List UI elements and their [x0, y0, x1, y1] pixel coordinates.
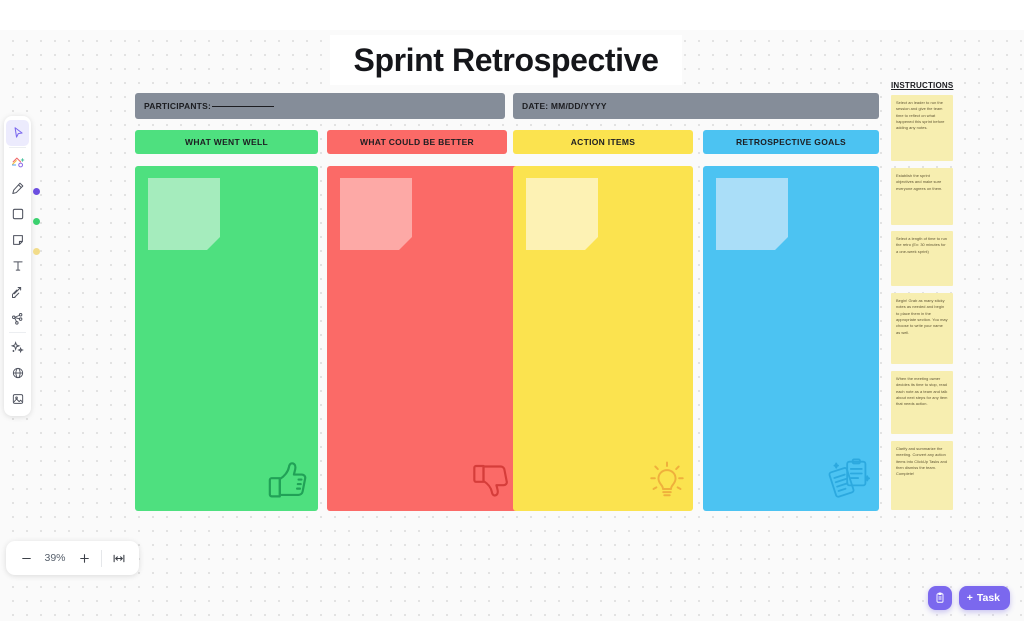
zoom-controls[interactable]: 39% — [6, 541, 139, 575]
sticky-note-placeholder[interactable] — [148, 178, 220, 250]
sticky-note-sheet — [526, 178, 598, 250]
column-area-what-could-be-better[interactable] — [327, 166, 519, 511]
zoom-out-button[interactable] — [14, 546, 38, 570]
sticky-note-placeholder[interactable] — [340, 178, 412, 250]
column-header-what-could-be-better[interactable]: WHAT COULD BE BETTER — [327, 130, 507, 154]
doc-button[interactable] — [927, 586, 952, 610]
tool-web[interactable] — [6, 360, 29, 386]
tool-image[interactable] — [6, 386, 29, 412]
participants-label: PARTICIPANTS: — [144, 101, 211, 111]
toolbar-divider-2 — [9, 332, 26, 333]
clipboard-notes-icon — [827, 458, 871, 505]
color-swatch[interactable] — [33, 218, 40, 225]
zoom-level-label[interactable]: 39% — [40, 552, 70, 564]
bottom-right-actions[interactable]: + Task — [927, 586, 1010, 610]
board-title-plate: Sprint Retrospective — [330, 35, 682, 85]
tool-select[interactable] — [6, 120, 29, 146]
column-header-label: WHAT COULD BE BETTER — [360, 137, 474, 147]
left-toolbar[interactable] — [4, 116, 31, 416]
color-swatch[interactable] — [33, 248, 40, 255]
tool-pen[interactable] — [6, 175, 29, 201]
zoombar-divider — [101, 549, 102, 567]
thumbs-down-icon — [471, 462, 511, 505]
instructions-heading: INSTRUCTIONS — [891, 81, 954, 90]
sticky-note-sheet — [148, 178, 220, 250]
instruction-note[interactable]: When the meeting owner decides its time … — [891, 371, 953, 434]
column-header-label: ACTION ITEMS — [570, 137, 636, 147]
page-title: Sprint Retrospective — [353, 41, 659, 78]
column-area-retrospective-goals[interactable] — [703, 166, 879, 511]
column-header-what-went-well[interactable]: WHAT WENT WELL — [135, 130, 318, 154]
column-area-action-items[interactable] — [513, 166, 693, 511]
tool-sticky-note[interactable] — [6, 227, 29, 253]
tool-ai[interactable] — [6, 334, 29, 360]
column-header-retrospective-goals[interactable]: RETROSPECTIVE GOALS — [703, 130, 879, 154]
tool-rectangle[interactable] — [6, 201, 29, 227]
zoom-in-button[interactable] — [72, 546, 96, 570]
toolbar-divider — [9, 147, 26, 148]
tool-mindmap[interactable] — [6, 305, 29, 331]
plus-icon: + — [966, 592, 973, 604]
participants-field[interactable]: PARTICIPANTS: — [135, 93, 505, 119]
clickup-whiteboard-app: Sprint Retrospective PARTICIPANTS: DATE:… — [0, 0, 1024, 621]
add-task-button[interactable]: + Task — [958, 586, 1010, 610]
lightbulb-icon — [649, 460, 685, 505]
sticky-note-placeholder[interactable] — [716, 178, 788, 250]
instruction-note[interactable]: Select a length of time to run the retro… — [891, 231, 953, 286]
instruction-note[interactable]: Select an leader to run the session and … — [891, 95, 953, 161]
fit-to-screen-button[interactable] — [107, 546, 131, 570]
column-header-action-items[interactable]: ACTION ITEMS — [513, 130, 693, 154]
instruction-note[interactable]: Begin! Grab as many sticky notes as need… — [891, 293, 953, 364]
thumbs-up-icon — [266, 460, 310, 505]
column-area-what-went-well[interactable] — [135, 166, 318, 511]
instruction-note[interactable]: Clarify and summarize the meeting. Conve… — [891, 441, 953, 510]
date-field[interactable]: DATE: MM/DD/YYYY — [513, 93, 879, 119]
instruction-note[interactable]: Establish the sprint objectives and make… — [891, 168, 953, 225]
tool-text[interactable] — [6, 253, 29, 279]
date-label: DATE: MM/DD/YYYY — [522, 101, 607, 111]
sticky-note-sheet — [716, 178, 788, 250]
color-swatch[interactable] — [33, 188, 40, 195]
tool-connector[interactable] — [6, 279, 29, 305]
top-white-bar — [0, 0, 1024, 30]
color-swatches[interactable] — [33, 188, 40, 278]
add-task-label: Task — [976, 592, 1000, 604]
sticky-note-sheet — [340, 178, 412, 250]
sticky-note-placeholder[interactable] — [526, 178, 598, 250]
column-header-label: RETROSPECTIVE GOALS — [735, 137, 847, 147]
column-header-label: WHAT WENT WELL — [185, 137, 268, 147]
tool-shapes[interactable] — [6, 149, 29, 175]
participants-blank-line — [211, 105, 274, 107]
